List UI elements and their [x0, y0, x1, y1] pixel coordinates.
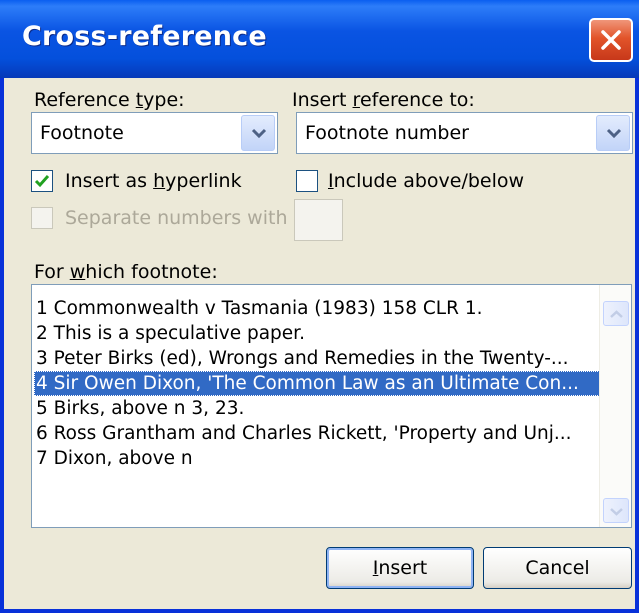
footnote-item-7[interactable]: 7 Dixon, above n [34, 446, 600, 471]
title-bar[interactable]: Cross-reference [0, 0, 639, 78]
insert-button[interactable]: Insert [326, 547, 474, 589]
insert-as-hyperlink-label[interactable]: Insert as hyperlink [65, 170, 242, 192]
separate-numbers-label: Separate numbers with [65, 207, 288, 229]
chevron-down-icon [606, 128, 622, 139]
vertical-scrollbar[interactable] [599, 285, 631, 527]
footnote-item-1[interactable]: 1 Commonwealth v Tasmania (1983) 158 CLR… [34, 296, 600, 321]
insert-reference-to-value: Footnote number [305, 122, 469, 144]
scroll-down-button[interactable] [603, 498, 629, 523]
cancel-button[interactable]: Cancel [483, 547, 632, 589]
close-icon [601, 30, 621, 50]
reference-type-dropdown-button[interactable] [241, 115, 275, 151]
include-above-below-checkbox[interactable] [296, 170, 318, 192]
scroll-up-icon [610, 310, 623, 318]
footnote-list[interactable]: 1 Commonwealth v Tasmania (1983) 158 CLR… [31, 284, 632, 528]
insert-as-hyperlink-checkbox[interactable] [31, 170, 53, 192]
insert-reference-to-dropdown[interactable]: Footnote number [296, 112, 633, 154]
reference-type-dropdown[interactable]: Footnote [31, 112, 278, 154]
reference-type-label: Reference type: [34, 89, 185, 111]
include-above-below-label[interactable]: Include above/below [328, 170, 524, 192]
window-title: Cross-reference [22, 21, 267, 52]
cross-reference-dialog: Cross-reference Reference type: Footnote… [0, 0, 639, 613]
chevron-down-icon [251, 128, 267, 139]
insert-reference-to-dropdown-button[interactable] [596, 115, 630, 151]
separator-input [294, 199, 343, 241]
scroll-down-icon [610, 508, 623, 516]
footnote-item-4-selected[interactable]: 4 Sir Owen Dixon, 'The Common Law as an … [34, 371, 600, 396]
footnote-item-2[interactable]: 2 This is a speculative paper. [34, 321, 600, 346]
close-button[interactable] [589, 18, 633, 62]
separate-numbers-checkbox [31, 207, 53, 229]
footnote-item-3[interactable]: 3 Peter Birks (ed), Wrongs and Remedies … [34, 346, 600, 371]
reference-type-value: Footnote [40, 122, 124, 144]
footnote-item-6[interactable]: 6 Ross Grantham and Charles Rickett, 'Pr… [34, 421, 600, 446]
insert-reference-to-label: Insert reference to: [292, 89, 475, 111]
footnote-item-5[interactable]: 5 Birks, above n 3, 23. [34, 396, 600, 421]
checkmark-icon [34, 175, 50, 188]
which-footnote-label: For which footnote: [34, 261, 218, 283]
scroll-up-button[interactable] [603, 301, 629, 326]
